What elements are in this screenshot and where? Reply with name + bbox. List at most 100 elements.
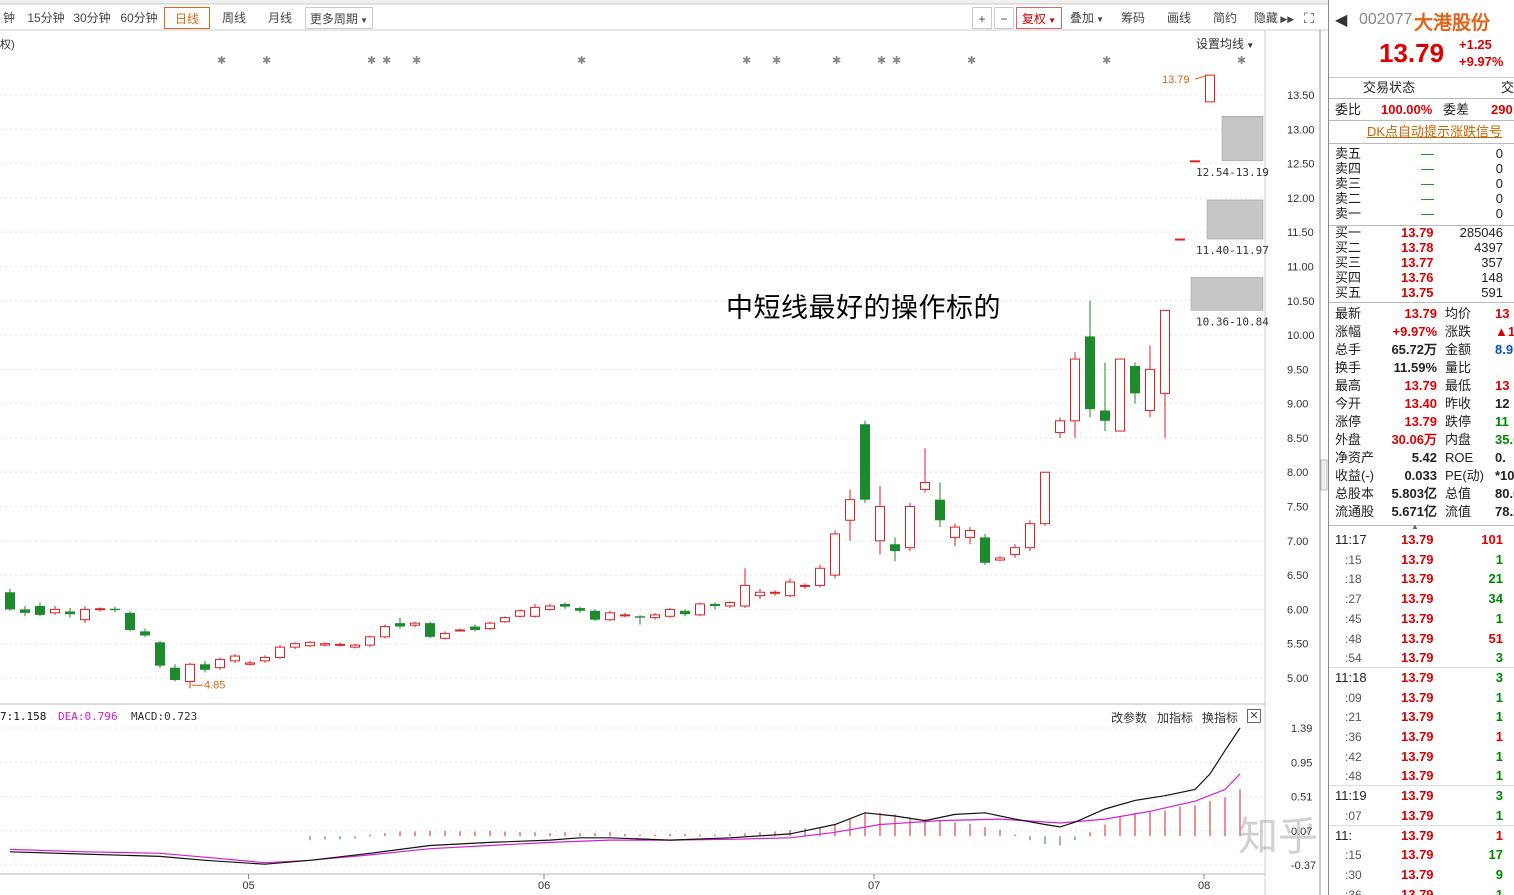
period-tab-weekly[interactable]: 周线	[213, 7, 255, 29]
switch-indicator-button[interactable]: 换指标	[1202, 709, 1238, 726]
stat-value: 13.40	[1404, 396, 1437, 411]
ask-volume: 0	[1495, 191, 1503, 206]
candle-body	[170, 667, 180, 681]
period-tab-15min[interactable]: 15分钟	[25, 7, 67, 29]
quote-sidebar: ◀ 002077 大港股份 13.79 +1.25 +9.97% 交易状态 交 …	[1328, 0, 1514, 895]
chart-annotation: 中短线最好的操作标的	[726, 293, 1001, 324]
close-icon[interactable]: ✕	[1247, 709, 1261, 723]
dk-signal-link[interactable]: DK点自动提示涨跌信号	[1367, 123, 1502, 141]
tick-time: :18	[1345, 572, 1362, 587]
zoom-in-button[interactable]: +	[972, 7, 992, 29]
stat-value: 11	[1495, 414, 1509, 429]
chevron-down-icon: ▼	[357, 16, 369, 25]
tick-volume: 1	[1495, 886, 1503, 895]
candle-body	[770, 591, 780, 594]
chips-button[interactable]: 筹码	[1112, 7, 1154, 29]
tick-volume: 1	[1495, 748, 1503, 764]
event-marker: ✱	[367, 54, 376, 67]
candle-body	[65, 611, 75, 615]
period-tab-daily[interactable]: 日线	[164, 7, 210, 29]
candle-body	[530, 606, 540, 617]
high-price-label: 13.79	[1162, 74, 1190, 86]
candle-body	[260, 656, 270, 662]
event-marker: ✱	[742, 54, 751, 67]
candle-body	[545, 605, 555, 610]
period-tab-min[interactable]: 钟	[0, 7, 18, 29]
ma-setting-dropdown[interactable]: 设置均线 ▼	[1196, 35, 1254, 52]
candle-body	[1190, 160, 1200, 163]
divider	[1329, 525, 1514, 526]
tick-row: :36 13.79 1	[1329, 886, 1514, 895]
stat-label: 最高	[1335, 378, 1362, 393]
stat-label: 内盘	[1445, 432, 1472, 447]
month-label: 06	[538, 880, 550, 892]
period-tab-60min[interactable]: 60分钟	[118, 7, 160, 29]
ask-volume: 0	[1495, 146, 1503, 161]
event-marker: ✱	[412, 54, 421, 67]
hide-button[interactable]: 隐藏 ▶▶	[1250, 7, 1298, 29]
stat-value: +9.97%	[1392, 324, 1437, 339]
candle-body	[80, 608, 90, 621]
add-indicator-button[interactable]: 加指标	[1157, 709, 1193, 726]
back-arrow-icon[interactable]: ◀	[1335, 10, 1347, 30]
stat-row: 净资产 5.42 ROE 0.	[1329, 449, 1514, 467]
candle-body	[125, 612, 135, 630]
ask-price: —	[1421, 191, 1434, 206]
simple-mode-button[interactable]: 简约	[1204, 7, 1246, 29]
tick-price: 13.79	[1401, 807, 1434, 823]
tick-row: :18 13.79 21	[1329, 570, 1514, 588]
y-tick-label: 10.00	[1287, 330, 1315, 342]
kline-chart[interactable]: 13.50 13.00 12.50 12.00 11.50 11.00 10.50 10.00…	[0, 0, 1328, 895]
y-tick-label: 7.50	[1287, 502, 1308, 514]
bid-volume: 4397	[1474, 240, 1503, 255]
splitter-handle	[1320, 459, 1328, 491]
candle-body	[860, 424, 870, 500]
candle-body	[215, 658, 225, 669]
candle-body	[305, 641, 315, 647]
zoom-out-button[interactable]: −	[994, 7, 1014, 29]
y-tick-label: 8.50	[1287, 433, 1308, 445]
overlay-dropdown[interactable]: 叠加 ▼	[1066, 7, 1108, 29]
more-periods-dropdown[interactable]: 更多周期 ▼	[305, 7, 373, 29]
change-params-button[interactable]: 改参数	[1111, 709, 1147, 726]
candle-body	[425, 623, 435, 637]
candle-body	[1205, 74, 1215, 103]
candle-body	[1160, 309, 1170, 394]
tick-time: :09	[1345, 690, 1362, 705]
event-marker: ✱	[1237, 54, 1246, 67]
candle-body	[140, 631, 150, 636]
stat-label: 最低	[1445, 378, 1472, 393]
bid-label: 买三	[1335, 255, 1362, 270]
stat-value: 8.9	[1495, 342, 1514, 357]
ask-price: —	[1421, 161, 1434, 176]
fullscreen-icon[interactable]: ⛶	[1300, 7, 1318, 29]
draw-line-button[interactable]: 画线	[1158, 7, 1200, 29]
stat-label: 总值	[1445, 486, 1472, 501]
period-tab-30min[interactable]: 30分钟	[71, 7, 113, 29]
event-marker: ✱	[217, 54, 226, 67]
tick-row: :07 13.79 1	[1329, 807, 1514, 825]
candle-body	[230, 655, 240, 662]
bid-volume: 285046	[1459, 225, 1503, 240]
zone-label: 10.36-10.84	[1196, 315, 1269, 328]
tick-row: 11: 13.79 1	[1329, 827, 1514, 845]
y-tick-label: 6.50	[1287, 570, 1308, 582]
divider	[1329, 824, 1514, 826]
fuquan-indicator: 权)	[0, 39, 15, 51]
bid-row: 买三 13.77 357	[1329, 255, 1514, 270]
tick-volume: 1	[1495, 689, 1503, 705]
y-tick-label: 9.50	[1287, 364, 1308, 376]
bid-price: 13.75	[1401, 285, 1434, 300]
fuquan-dropdown[interactable]: 复权 ▼	[1016, 7, 1062, 29]
candle-body	[245, 662, 255, 665]
tick-price: 13.79	[1401, 729, 1434, 744]
price-change: +1.25	[1459, 37, 1492, 52]
tick-price: 13.79	[1401, 532, 1434, 547]
candle-body	[635, 616, 645, 618]
period-tab-monthly[interactable]: 月线	[259, 7, 301, 29]
collapse-icon[interactable]: ▲	[1411, 522, 1419, 531]
ask-label: 卖三	[1335, 176, 1362, 191]
stock-name: 大港股份	[1414, 13, 1491, 34]
y-tick-label: 7.00	[1287, 536, 1308, 548]
event-marker: ✱	[877, 54, 886, 67]
